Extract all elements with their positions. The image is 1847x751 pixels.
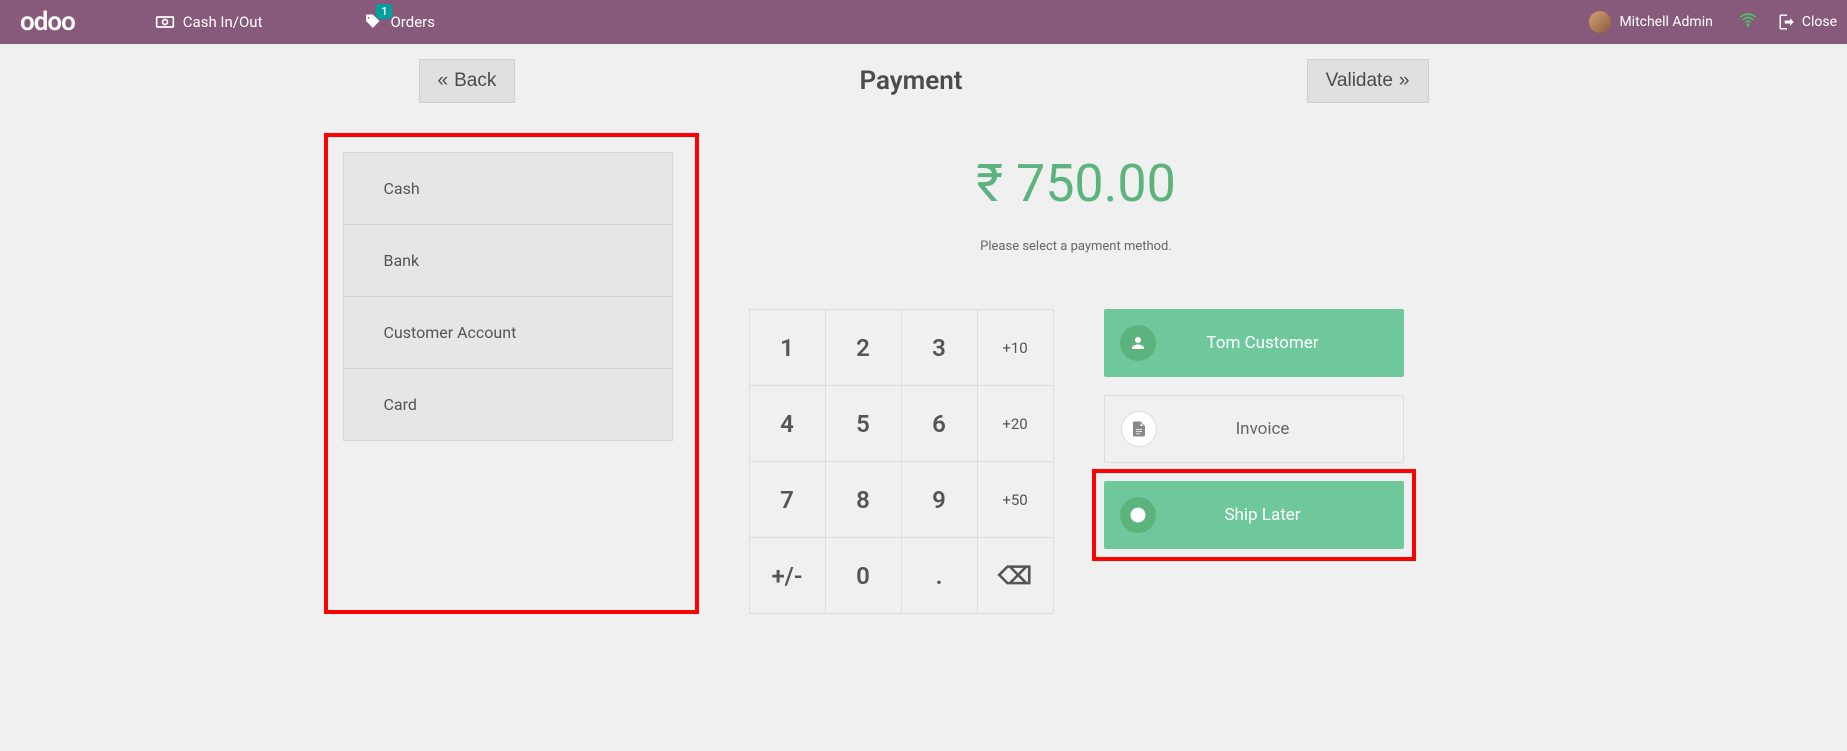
document-icon bbox=[1121, 411, 1157, 447]
header-row: « Back Payment Validate » bbox=[419, 59, 1429, 103]
payment-method-customer-account[interactable]: Customer Account bbox=[344, 297, 672, 369]
numkey-3[interactable]: 3 bbox=[902, 310, 977, 385]
ship-later-label: Ship Later bbox=[1172, 505, 1404, 525]
logout-icon bbox=[1778, 13, 1796, 31]
clock-icon bbox=[1120, 497, 1156, 533]
ship-later-highlight: Ship Later bbox=[1092, 469, 1416, 561]
nav-cash-in-out[interactable]: Cash In/Out bbox=[155, 12, 263, 32]
payment-method-bank[interactable]: Bank bbox=[344, 225, 672, 297]
action-buttons: Tom Customer Invoice Ship L bbox=[1104, 309, 1404, 549]
center-column: ₹ 750.00 Please select a payment method.… bbox=[724, 133, 1429, 614]
back-button[interactable]: « Back bbox=[419, 59, 516, 103]
payment-methods-highlight: Cash Bank Customer Account Card bbox=[324, 133, 699, 614]
payment-method-card[interactable]: Card bbox=[344, 369, 672, 440]
avatar bbox=[1589, 11, 1611, 33]
numkey-9[interactable]: 9 bbox=[902, 462, 977, 537]
logo[interactable]: odoo bbox=[20, 7, 75, 37]
numkey-dot[interactable]: . bbox=[902, 538, 977, 613]
ship-later-button[interactable]: Ship Later bbox=[1104, 481, 1404, 549]
numkey-plus50[interactable]: +50 bbox=[978, 462, 1053, 537]
amount-display: ₹ 750.00 bbox=[976, 153, 1176, 214]
payment-method-cash[interactable]: Cash bbox=[344, 153, 672, 225]
numkey-5[interactable]: 5 bbox=[826, 386, 901, 461]
numkey-plusminus[interactable]: +/- bbox=[750, 538, 825, 613]
orders-badge: 1 bbox=[376, 4, 392, 19]
chevron-right-icon: » bbox=[1399, 70, 1410, 92]
nav-cash-label: Cash In/Out bbox=[183, 13, 263, 31]
cash-icon bbox=[155, 12, 175, 32]
close-button[interactable]: Close bbox=[1778, 13, 1837, 31]
page-title: Payment bbox=[515, 66, 1306, 96]
numkey-1[interactable]: 1 bbox=[750, 310, 825, 385]
numkey-7[interactable]: 7 bbox=[750, 462, 825, 537]
top-nav: odoo Cash In/Out 1 Orders Mitchell Admin… bbox=[0, 0, 1847, 44]
numkey-4[interactable]: 4 bbox=[750, 386, 825, 461]
close-label: Close bbox=[1802, 14, 1837, 30]
numkey-plus20[interactable]: +20 bbox=[978, 386, 1053, 461]
user-icon bbox=[1120, 325, 1156, 361]
numkey-8[interactable]: 8 bbox=[826, 462, 901, 537]
invoice-label: Invoice bbox=[1173, 419, 1403, 439]
user-name: Mitchell Admin bbox=[1619, 14, 1712, 30]
numkey-backspace[interactable]: ⌫ bbox=[978, 538, 1053, 613]
numkey-2[interactable]: 2 bbox=[826, 310, 901, 385]
payment-methods-list: Cash Bank Customer Account Card bbox=[343, 152, 673, 441]
customer-label: Tom Customer bbox=[1172, 333, 1404, 353]
numkey-6[interactable]: 6 bbox=[902, 386, 977, 461]
user-menu[interactable]: Mitchell Admin bbox=[1589, 11, 1712, 33]
wifi-icon bbox=[1738, 10, 1758, 34]
back-label: Back bbox=[454, 70, 496, 92]
validate-label: Validate bbox=[1326, 70, 1393, 92]
numpad: 1 2 3 +10 4 5 6 +20 7 8 9 +50 +/- 0 . ⌫ bbox=[749, 309, 1054, 614]
chevron-left-icon: « bbox=[438, 70, 449, 92]
nav-orders[interactable]: 1 Orders bbox=[362, 12, 435, 32]
select-message: Please select a payment method. bbox=[980, 239, 1172, 254]
customer-button[interactable]: Tom Customer bbox=[1104, 309, 1404, 377]
validate-button[interactable]: Validate » bbox=[1307, 59, 1429, 103]
numkey-plus10[interactable]: +10 bbox=[978, 310, 1053, 385]
nav-orders-label: Orders bbox=[390, 13, 435, 31]
invoice-button[interactable]: Invoice bbox=[1104, 395, 1404, 463]
numkey-0[interactable]: 0 bbox=[826, 538, 901, 613]
